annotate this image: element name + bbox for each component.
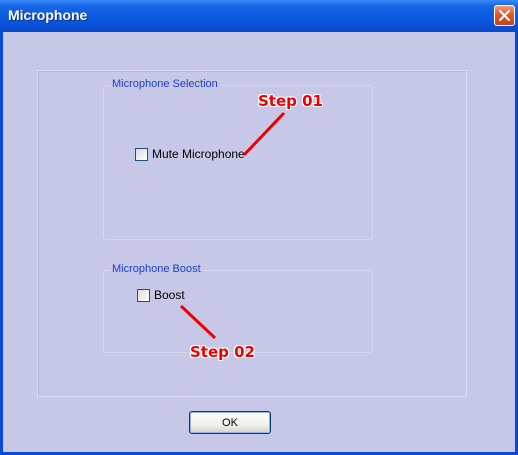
step-01-pointer-line (242, 111, 286, 157)
step-02-pointer-line (179, 304, 217, 340)
step-02-label: Step 02 (190, 343, 255, 361)
step-01-label: Step 01 (258, 92, 323, 110)
annotation-arrows (179, 111, 286, 340)
